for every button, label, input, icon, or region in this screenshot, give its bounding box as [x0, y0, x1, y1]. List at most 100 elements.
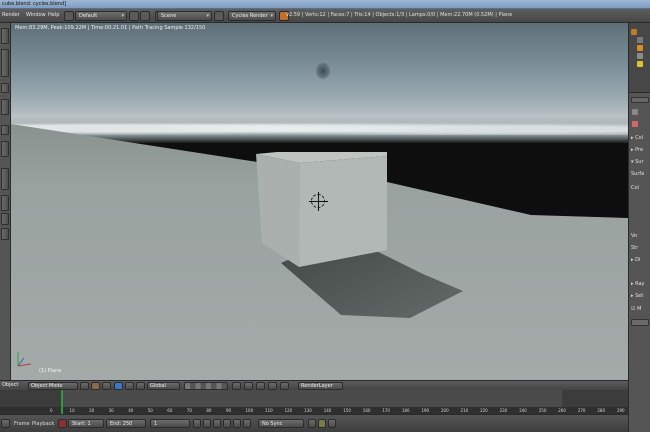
timeline-tick: 50 — [147, 408, 153, 413]
tool-tab-10[interactable] — [1, 228, 9, 240]
timeline-tick: 170 — [382, 408, 390, 413]
panel-row-7: Str — [631, 245, 639, 251]
3d-viewport[interactable]: Mem:83.29M, Peak:109.22M | Time:00:21.01… — [11, 23, 628, 380]
editor-type-icon[interactable] — [1, 419, 10, 428]
scale-icon[interactable] — [136, 382, 145, 390]
menu-help[interactable]: Help — [48, 12, 59, 18]
material-icon[interactable] — [632, 109, 638, 115]
key-icon[interactable] — [318, 419, 326, 428]
tool-tab-4[interactable] — [1, 99, 9, 115]
window-title-bar: cube.blend: cycles.blend] — [0, 0, 650, 9]
view-menu-fragment[interactable]: Object — [0, 382, 20, 390]
mode-dropdown[interactable]: Object Mode — [28, 382, 78, 390]
render-preview-icon[interactable] — [268, 382, 277, 390]
timeline-ruler — [0, 407, 628, 414]
rotate-icon[interactable] — [125, 382, 134, 390]
texture-icon[interactable] — [632, 121, 638, 127]
properties-panel: ▸ Col ▸ Pre ▾ Sur Surfa Col Vo Str ▸ Di … — [628, 23, 650, 432]
layer-buttons[interactable] — [184, 382, 228, 390]
window-title: cube.blend: cycles.blend] — [2, 1, 67, 7]
next-keyframe-icon[interactable] — [233, 419, 241, 428]
timeline-editor[interactable]: 0 10 20 30 40 50 60 70 80 90 100 110 120 130 140 150 160… — [0, 390, 628, 414]
panel-row-5: Col — [631, 185, 639, 191]
tool-tab-7[interactable] — [1, 168, 9, 190]
panel-field[interactable] — [631, 319, 649, 326]
menu-window[interactable]: Window — [26, 12, 46, 18]
tool-tab-3[interactable] — [1, 83, 9, 93]
jump-start-icon[interactable] — [193, 419, 201, 428]
manipulator-toggle-icon[interactable] — [102, 382, 111, 390]
menu-render[interactable]: Render — [2, 12, 20, 18]
panel-row-2: ▸ Pre — [631, 147, 644, 153]
panel-row-6: Vo — [631, 233, 638, 239]
outliner[interactable] — [629, 23, 650, 93]
play-reverse-icon[interactable] — [213, 419, 221, 428]
sync-dropdown[interactable]: No Sync — [258, 419, 304, 428]
timeline-tick: 40 — [128, 408, 134, 413]
timeline-tick: 120 — [284, 408, 293, 413]
panel-row-3: ▾ Sur — [631, 159, 644, 165]
end-frame-field[interactable]: End: 250 — [106, 419, 146, 428]
timeline-tick: 220 — [480, 408, 488, 413]
timeline-tick: 280 — [597, 408, 606, 413]
3d-cursor-icon[interactable] — [309, 192, 328, 211]
tool-shelf — [0, 23, 11, 380]
render-layer-field[interactable]: RenderLayer — [298, 382, 343, 390]
tool-tab-9[interactable] — [1, 213, 9, 225]
tool-tab-8[interactable] — [1, 195, 9, 211]
timeline-tick: 70 — [186, 408, 192, 413]
tool-tab-6[interactable] — [1, 141, 9, 157]
timeline-tick: 10 — [69, 408, 75, 413]
render-progress-info: Mem:83.29M, Peak:109.22M | Time:00:21.01… — [15, 25, 206, 31]
timeline-tick: 110 — [265, 408, 273, 413]
cube-front-face — [299, 156, 387, 267]
play-icon[interactable] — [223, 419, 231, 428]
tool-tab-5[interactable] — [1, 125, 9, 135]
pivot-point-icon[interactable] — [91, 382, 100, 390]
current-frame-field[interactable]: 1 — [150, 419, 190, 428]
start-frame-field[interactable]: Start: 1 — [68, 419, 104, 428]
remove-layout-button[interactable] — [140, 11, 150, 21]
panel-row-8: ▸ Di — [631, 257, 641, 263]
active-object-label: (1) Plane — [39, 368, 62, 374]
keying-set-icon[interactable] — [328, 419, 336, 428]
timeline-tick: 180 — [401, 408, 410, 413]
add-scene-button[interactable] — [214, 11, 224, 21]
render-layer-icon — [637, 37, 643, 43]
timeline-playhead[interactable] — [61, 390, 63, 414]
proportional-edit-icon[interactable] — [256, 382, 265, 390]
timeline-tick: 190 — [421, 408, 430, 413]
timeline-tick: 140 — [323, 408, 332, 413]
snap-icon[interactable] — [244, 382, 253, 390]
properties-tab-bar[interactable] — [631, 97, 649, 103]
tool-tab-1[interactable] — [1, 28, 9, 44]
prev-keyframe-icon[interactable] — [203, 419, 211, 428]
timeline-tick: 160 — [362, 408, 371, 413]
timeline-tick: 270 — [577, 408, 586, 413]
layout-dropdown[interactable]: Default ▾ — [75, 11, 127, 21]
timeline-tick: 30 — [108, 408, 114, 413]
screen-layout-icon[interactable] — [64, 11, 74, 21]
timeline-tick: 230 — [499, 408, 508, 413]
menu-frame[interactable]: Frame — [14, 421, 30, 427]
panel-row-4: Surfa — [631, 171, 645, 177]
camera-icon[interactable] — [280, 382, 289, 390]
auto-keyframe-icon[interactable] — [308, 419, 316, 428]
lock-layer-icon[interactable] — [232, 382, 241, 390]
timeline-tick: 90 — [225, 408, 232, 413]
panel-row-11: ☑ M — [631, 306, 642, 312]
timeline-tick: 250 — [538, 408, 547, 413]
shading-solid-icon[interactable] — [80, 382, 89, 390]
render-engine-dropdown[interactable]: Cycles Render ▾ — [228, 11, 276, 21]
tool-tab-2[interactable] — [1, 49, 9, 77]
add-layout-button[interactable] — [129, 11, 139, 21]
translate-icon[interactable] — [114, 382, 123, 390]
orientation-dropdown[interactable]: Global — [147, 382, 180, 390]
record-icon[interactable] — [58, 419, 67, 428]
timeline-tick: 20 — [89, 408, 95, 413]
object-icon — [637, 45, 643, 51]
menu-playback[interactable]: Playback — [32, 421, 54, 427]
scene-dropdown[interactable]: Scene ▾ — [157, 11, 212, 21]
jump-end-icon[interactable] — [243, 419, 251, 428]
timeline-tick: 290 — [616, 408, 625, 413]
